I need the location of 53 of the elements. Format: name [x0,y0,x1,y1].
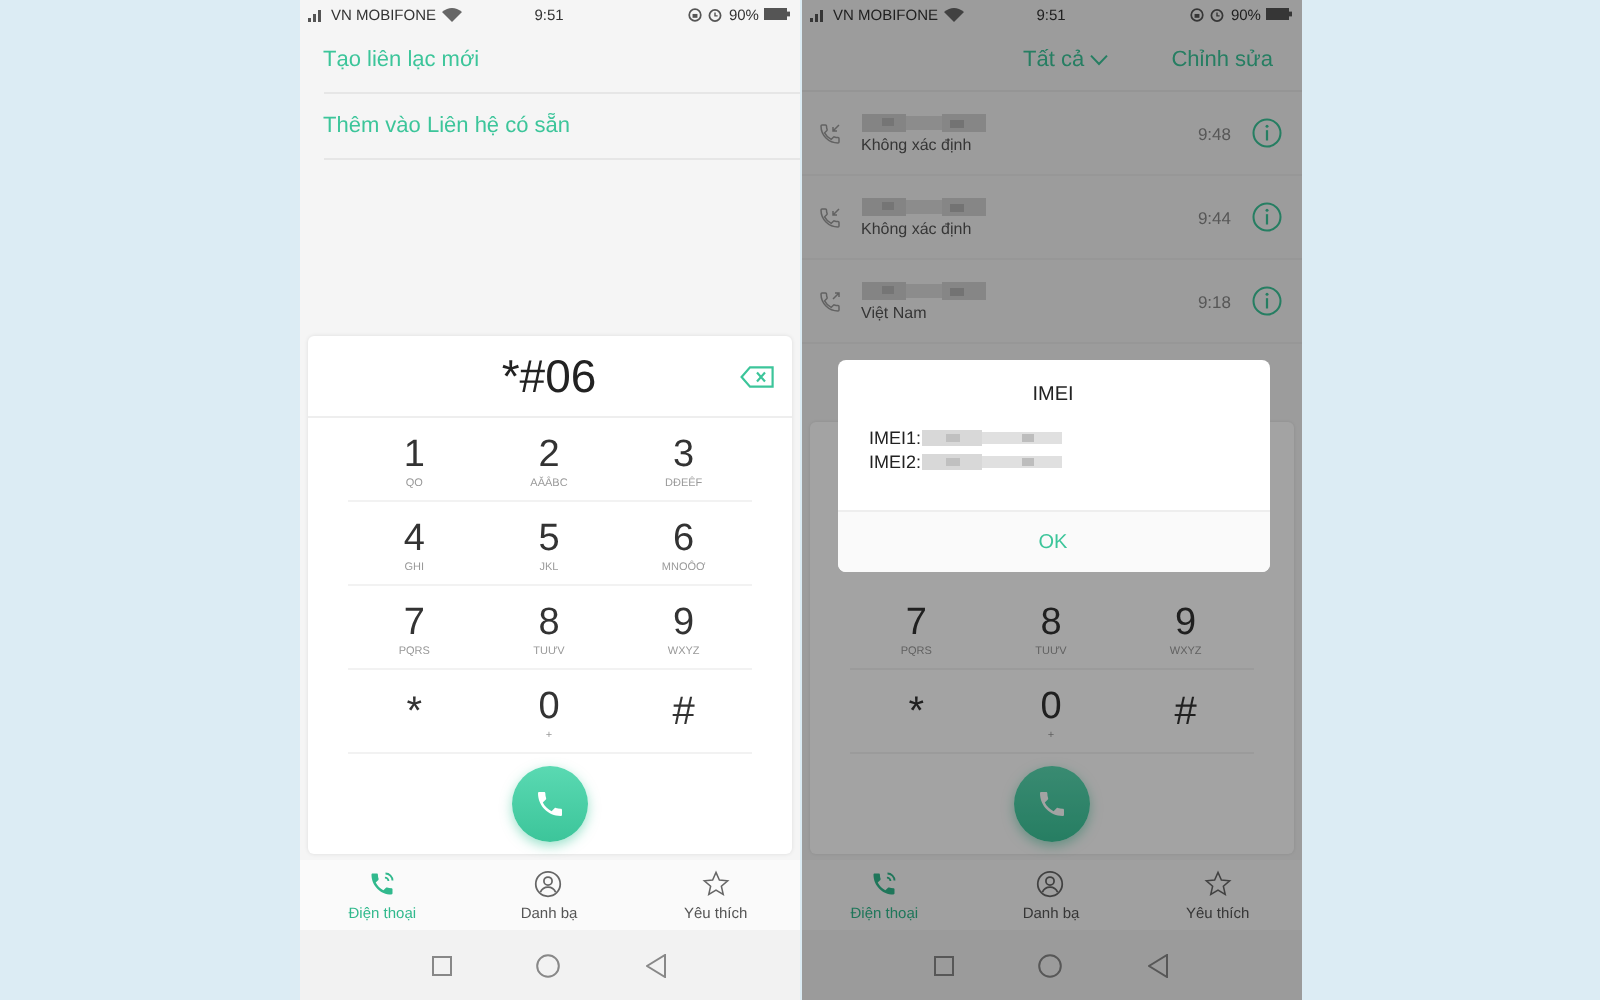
info-icon[interactable] [1251,202,1281,232]
dialed-number: *#06 [501,349,597,403]
home-icon[interactable] [1038,953,1063,977]
backspace-icon[interactable] [739,366,773,388]
call-time: 9:48 [1197,123,1231,143]
redacted-number [921,454,1062,470]
phone-icon [1035,788,1067,820]
signal-icon [809,7,827,21]
star-icon [701,869,730,897]
call-time: 9:18 [1197,291,1231,311]
call-location: Không xác định [861,219,974,237]
redacted-number [861,113,985,131]
call-button[interactable] [1013,766,1089,842]
call-time: 9:44 [1197,207,1231,227]
person-icon [534,869,563,897]
person-icon [1036,869,1065,897]
back-icon[interactable] [646,953,667,977]
alarm-icon [1210,7,1225,21]
back-icon[interactable] [1148,953,1169,977]
recents-icon[interactable] [933,955,954,975]
recents-icon[interactable] [431,955,452,975]
battery-icon [764,8,791,20]
lock-icon [1190,7,1205,21]
home-icon[interactable] [536,953,561,977]
incoming-call-icon [817,205,841,229]
wifi-icon [442,7,463,21]
imei-label: IMEI1: [869,428,922,448]
incoming-call-icon [817,121,841,145]
dial-key[interactable]: * [347,670,482,752]
info-icon[interactable] [1251,118,1281,148]
signal-icon [307,7,325,21]
redacted-number [921,430,1062,446]
phone-icon [533,788,565,820]
chevron-down-icon [1090,53,1109,65]
dial-key[interactable]: # [1118,670,1253,752]
imei-label: IMEI2: [869,452,922,472]
dial-key[interactable]: * [849,670,984,752]
outgoing-call-icon [817,289,841,313]
battery-icon [1266,8,1293,20]
call-location: Việt Nam [861,303,929,321]
phone-icon [368,869,397,897]
star-icon [1203,869,1232,897]
call-location: Không xác định [861,135,974,153]
info-icon[interactable] [1251,286,1281,316]
dial-key[interactable]: # [616,670,751,752]
alarm-icon [708,7,723,21]
redacted-number [861,281,985,299]
phone-icon [870,869,899,897]
dialog-title: IMEI [1030,384,1076,406]
wifi-icon [944,7,965,21]
redacted-number [861,197,985,215]
lock-icon [688,7,703,21]
call-button[interactable] [511,766,587,842]
